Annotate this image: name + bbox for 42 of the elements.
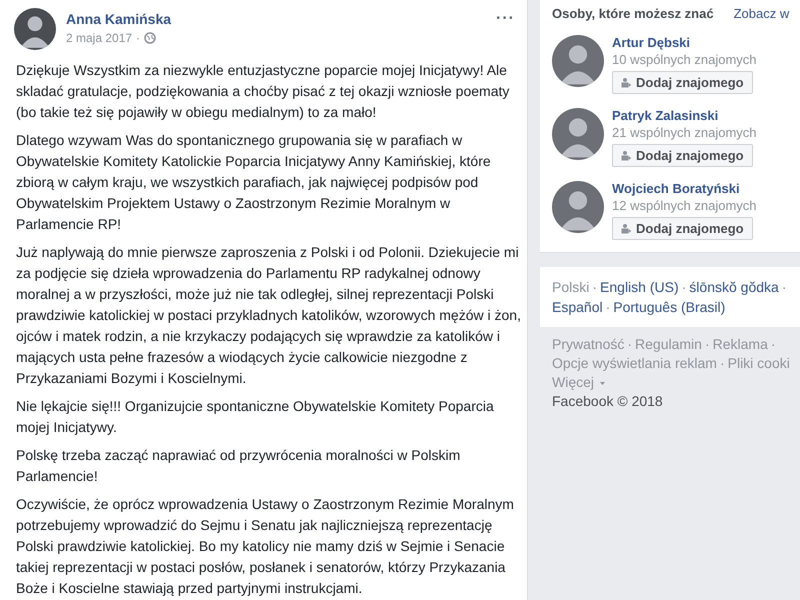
separator-dot: · [592, 279, 598, 295]
language-link[interactable]: English (US) [600, 279, 679, 295]
add-person-icon [621, 150, 631, 161]
avatar-placeholder[interactable] [552, 108, 604, 160]
person-name[interactable]: Artur Dębski [612, 35, 690, 50]
separator-dot: · [606, 299, 610, 315]
person-name[interactable]: Patryk Zalasinski [612, 108, 718, 123]
separator-dot: · [782, 279, 786, 295]
language-link[interactable]: Português (Brasil) [613, 299, 726, 315]
post-paragraph: Już naplywają do mnie pierwsze zaproszenia z Polski i od Polonii. Dziekujecie mi za podjęcie się dzieła wprowadzenia do Parlamentu RP radykalnej odnowy moralnej a w przyszłości, może już nie tak odległej, silnej reprezentacji Polski prawdziwie katolickiej w postaci przykladnych katolików, wzorowych mężów i żon, ojców i matek rodzin, a nie krzykaczy podających się wprawdzie za katolików i mających usta pełne frazesów a wiodących życie calkowicie niezgodne z Przykazaniami Bozymi i Koscielnymi. [16, 243, 521, 388]
person-name[interactable]: Wojciech Boratyński [612, 181, 740, 196]
author-name[interactable]: Anna Kamińska [66, 11, 172, 27]
add-friend-button[interactable]: Dodaj znajomego [612, 217, 753, 240]
mutual-friends-count: 10 wspólnych znajomych [612, 52, 757, 67]
post-paragraph: Nie lękajcie się!!! Organizujcie spontaniczne Obywatelskie Komitety Poparcia mojej Inicjatywy. [16, 397, 495, 437]
language-link[interactable]: Español [552, 299, 603, 315]
add-person-icon [621, 77, 631, 88]
mutual-friends-count: 21 wspólnych znajomych [612, 125, 757, 140]
copyright-text: Facebook © 2018 [552, 392, 664, 411]
mutual-friends-count: 12 wspólnych znajomych [612, 198, 757, 213]
separator-dot: · [682, 279, 686, 295]
avatar-placeholder[interactable] [552, 181, 604, 233]
post-paragraph: Polskę trzeba zacząć naprawiać od przywrócenia moralności w Polskim Parlamencie! [16, 446, 462, 486]
add-friend-button[interactable]: Dodaj znajomego [612, 71, 753, 94]
date-separator: · [136, 31, 140, 45]
separator-dot: · [720, 354, 725, 373]
avatar-placeholder[interactable] [552, 35, 604, 87]
add-friend-button[interactable]: Dodaj znajomego [612, 144, 753, 167]
add-person-icon [621, 223, 631, 234]
section-title: Osoby, które możesz znać [552, 6, 714, 21]
post-paragraph: Dlatego wzywam Was do spontanicznego grupowania się w parafiach w Obywatelskie Komitety Katolickie Poparcia Inicjatywy Anny Kamińskiej, które zbiorą w całym kraju, we wszystkich parafiach, jak najwięcej podpisów pod Obywatelskim Projektem Ustawy o Zaostrzonym Rezimie Moralnym w Parlamencie RP! [16, 131, 492, 234]
separator-dot: · [704, 335, 710, 354]
separator-dot: · [627, 335, 632, 354]
post-paragraph: Dziękuje Wszystkim za niezwykle entuzjastyczne poparcie mojej Inicjatywy! Ale skladać gratulacje, podziękowania a choćby pisać z tej okazji wzniosłe poematy (bo takie też się pojawiły w obiegu medialnym) to za mało! [16, 61, 510, 122]
language-link[interactable]: ślōnskŏ gŏdka [689, 279, 779, 295]
separator-dot: · [770, 335, 776, 354]
post-paragraph: Oczywiście, że oprócz wprowadzenia Ustawy o Zaostrzonym Rezimie Moralnym potrzebujemy wprowadzić do Sejmu i Senatu jak najliczniejszą reprezentację Polski prawdziwie katolickiej. Bo my katolicy nie mamy dziś w Sejmie i Senacie takiej reprezentacji w postaci posłów, posłanek i senatorów, którzy Przykazania Boże i Koscielne stawiają przed partyjnymi instrukcjami. [16, 495, 515, 598]
globe-icon [144, 32, 156, 44]
avatar-placeholder[interactable] [14, 8, 56, 50]
see-all-link[interactable]: Zobacz w [734, 6, 790, 21]
caret-icon [598, 380, 608, 386]
more-options-button[interactable]: ··· [496, 10, 515, 28]
